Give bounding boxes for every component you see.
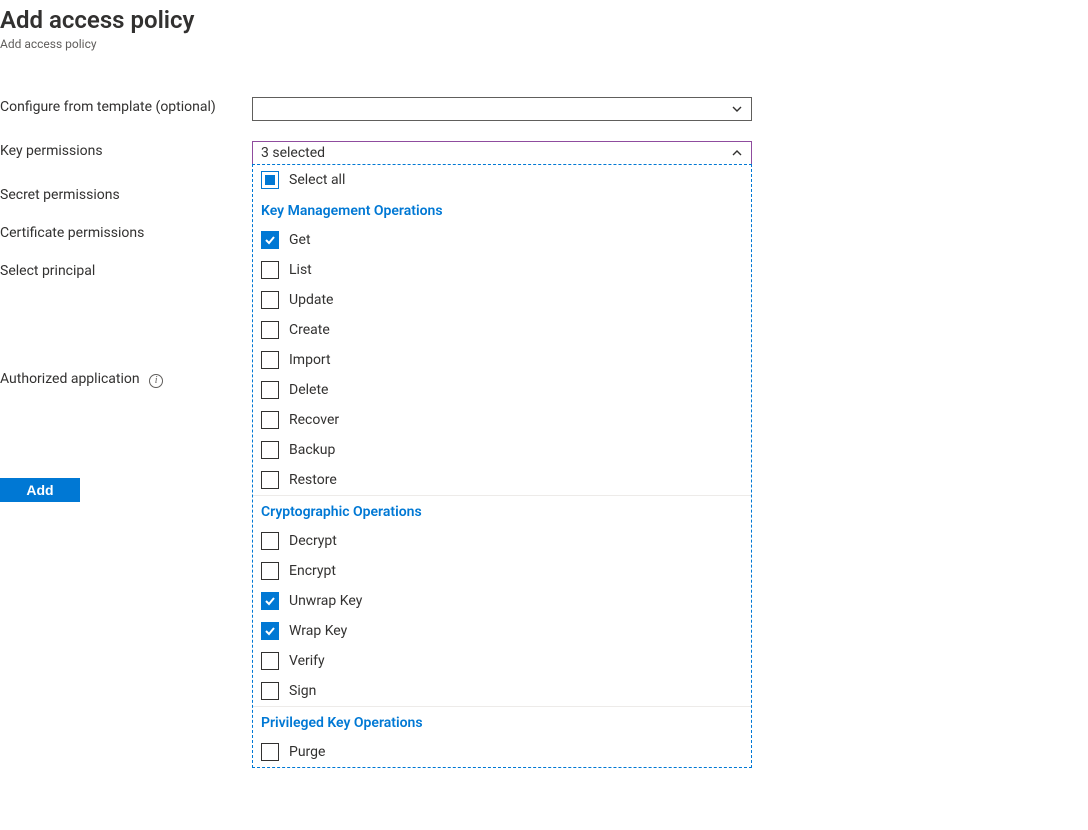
permission-item[interactable]: Backup [253,435,751,465]
select-all-item[interactable]: Select all [253,165,751,195]
certificate-permissions-label: Certificate permissions [0,225,144,241]
permission-item[interactable]: Unwrap Key [253,586,751,616]
permission-label: Verify [289,653,325,669]
permission-item[interactable]: Verify [253,646,751,676]
chevron-down-icon [731,103,743,115]
permission-item[interactable]: Encrypt [253,556,751,586]
checkbox-icon [261,351,279,369]
permission-item[interactable]: Get [253,225,751,255]
checkbox-icon [261,743,279,761]
permission-label: Purge [289,744,325,760]
permission-label: Restore [289,472,337,488]
permission-label: Recover [289,412,339,428]
checkbox-icon [261,321,279,339]
permission-item[interactable]: Create [253,315,751,345]
secret-permissions-label: Secret permissions [0,187,120,203]
permission-label: Get [289,232,311,248]
checkbox-icon [261,652,279,670]
key-permissions-select[interactable]: 3 selected [252,141,752,165]
group-header: Cryptographic Operations [253,496,751,526]
page-title: Add access policy [0,6,1088,35]
configure-template-label: Configure from template (optional) [0,99,216,115]
checkbox-icon [261,441,279,459]
breadcrumb: Add access policy [0,37,1088,51]
checkbox-icon [261,291,279,309]
chevron-up-icon [731,147,743,159]
permission-item[interactable]: Import [253,345,751,375]
permission-label: Decrypt [289,533,337,549]
checkbox-icon [261,562,279,580]
permission-label: Sign [289,683,316,699]
permission-label: Wrap Key [289,623,347,639]
checkbox-icon [261,471,279,489]
checkbox-icon [261,411,279,429]
permission-item[interactable]: Update [253,285,751,315]
checkbox-checked-icon [261,622,279,640]
permission-label: Import [289,352,331,368]
permission-item[interactable]: Recover [253,405,751,435]
checkbox-icon [261,381,279,399]
info-icon[interactable]: i [149,374,163,388]
checkbox-checked-icon [261,231,279,249]
permission-label: Backup [289,442,335,458]
key-permissions-dropdown: Select all Key Management Operations Get L… [252,164,752,768]
checkbox-indeterminate-icon [261,171,279,189]
permission-item[interactable]: Sign [253,676,751,706]
group-header: Key Management Operations [253,195,751,225]
authorized-application-label: Authorized application [0,371,140,387]
key-permissions-label: Key permissions [0,143,103,159]
checkbox-icon [261,682,279,700]
key-permissions-summary: 3 selected [261,145,325,161]
checkbox-checked-icon [261,592,279,610]
permission-label: Encrypt [289,563,336,579]
permission-label: Delete [289,382,328,398]
select-principal-label: Select principal [0,263,95,279]
permission-label: List [289,262,312,278]
permission-label: Update [289,292,333,308]
permission-label: Unwrap Key [289,593,362,609]
permission-item[interactable]: Purge [253,737,751,767]
configure-template-select[interactable] [252,97,752,121]
checkbox-icon [261,261,279,279]
checkbox-icon [261,532,279,550]
group-header: Privileged Key Operations [253,707,751,737]
permission-item[interactable]: Wrap Key [253,616,751,646]
permission-item[interactable]: Decrypt [253,526,751,556]
permission-item[interactable]: Restore [253,465,751,495]
permission-item[interactable]: Delete [253,375,751,405]
add-button[interactable]: Add [0,478,80,502]
permission-item[interactable]: List [253,255,751,285]
select-all-label: Select all [289,172,345,188]
permission-label: Create [289,322,330,338]
